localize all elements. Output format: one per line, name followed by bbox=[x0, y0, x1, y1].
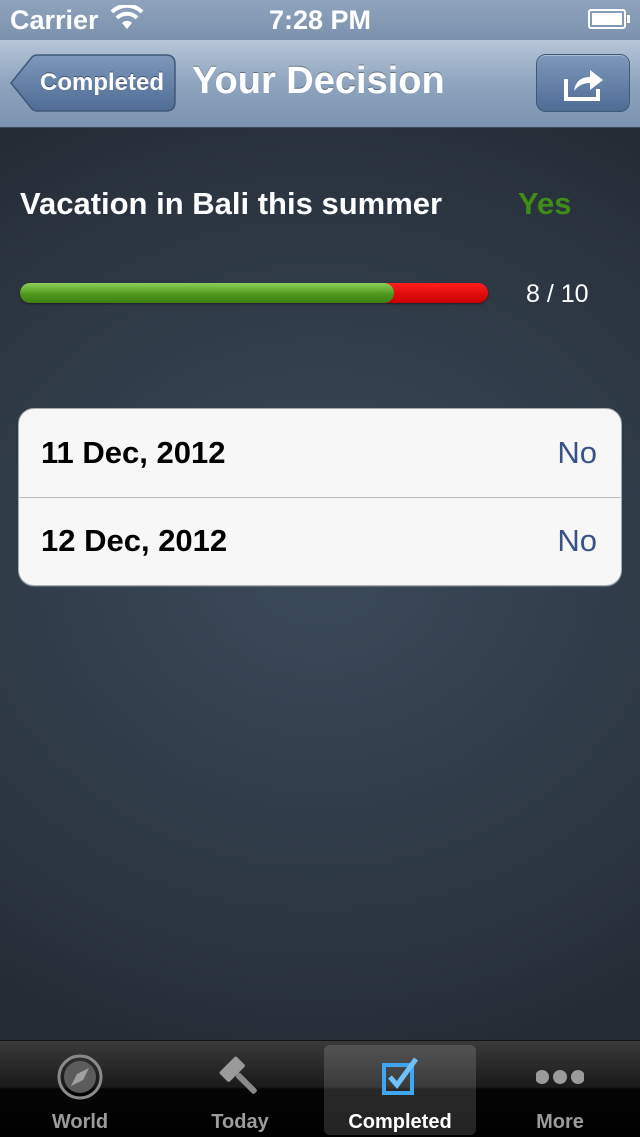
tab-today[interactable]: Today bbox=[164, 1045, 316, 1135]
gavel-icon bbox=[219, 1056, 257, 1094]
score-bar-fill bbox=[20, 283, 395, 303]
checkbox-icon bbox=[382, 1057, 419, 1095]
content-area: Vacation in Bali this summer Yes 8 / 10 … bbox=[0, 128, 640, 1040]
back-button-label: Completed bbox=[39, 69, 164, 96]
decision-title: Vacation in Bali this summer bbox=[20, 186, 443, 221]
share-icon bbox=[564, 70, 603, 101]
navigation-bar: Completed Your Decision bbox=[0, 40, 640, 128]
tab-label: More bbox=[536, 1111, 584, 1133]
more-dots-icon bbox=[536, 1070, 584, 1084]
tab-bar: World Today Completed More bbox=[0, 1040, 640, 1137]
tab-more[interactable]: More bbox=[484, 1045, 636, 1135]
tab-label: World bbox=[51, 1111, 109, 1133]
compass-icon bbox=[57, 1054, 103, 1100]
status-time: 7:28 PM bbox=[268, 5, 372, 35]
history-answer: No bbox=[557, 523, 597, 558]
status-bar: Carrier 7:28 PM bbox=[0, 0, 640, 40]
history-row[interactable]: 11 Dec, 2012 No bbox=[19, 409, 621, 498]
score-bar bbox=[20, 283, 488, 303]
score-text: 8 / 10 bbox=[526, 280, 589, 308]
page-title: Your Decision bbox=[192, 60, 445, 102]
tab-world[interactable]: World bbox=[4, 1045, 156, 1135]
battery-icon bbox=[588, 9, 630, 29]
back-button[interactable]: Completed bbox=[10, 54, 176, 112]
history-list: 11 Dec, 2012 No 12 Dec, 2012 No bbox=[18, 408, 622, 586]
history-date: 12 Dec, 2012 bbox=[41, 523, 228, 558]
history-row[interactable]: 12 Dec, 2012 No bbox=[19, 497, 621, 585]
share-button[interactable] bbox=[536, 54, 630, 112]
decision-answer: Yes bbox=[518, 186, 572, 221]
history-date: 11 Dec, 2012 bbox=[41, 435, 226, 470]
history-answer: No bbox=[557, 435, 597, 470]
tab-completed[interactable]: Completed bbox=[324, 1045, 476, 1135]
tab-label: Completed bbox=[348, 1111, 452, 1133]
tab-label: Today bbox=[211, 1111, 269, 1133]
